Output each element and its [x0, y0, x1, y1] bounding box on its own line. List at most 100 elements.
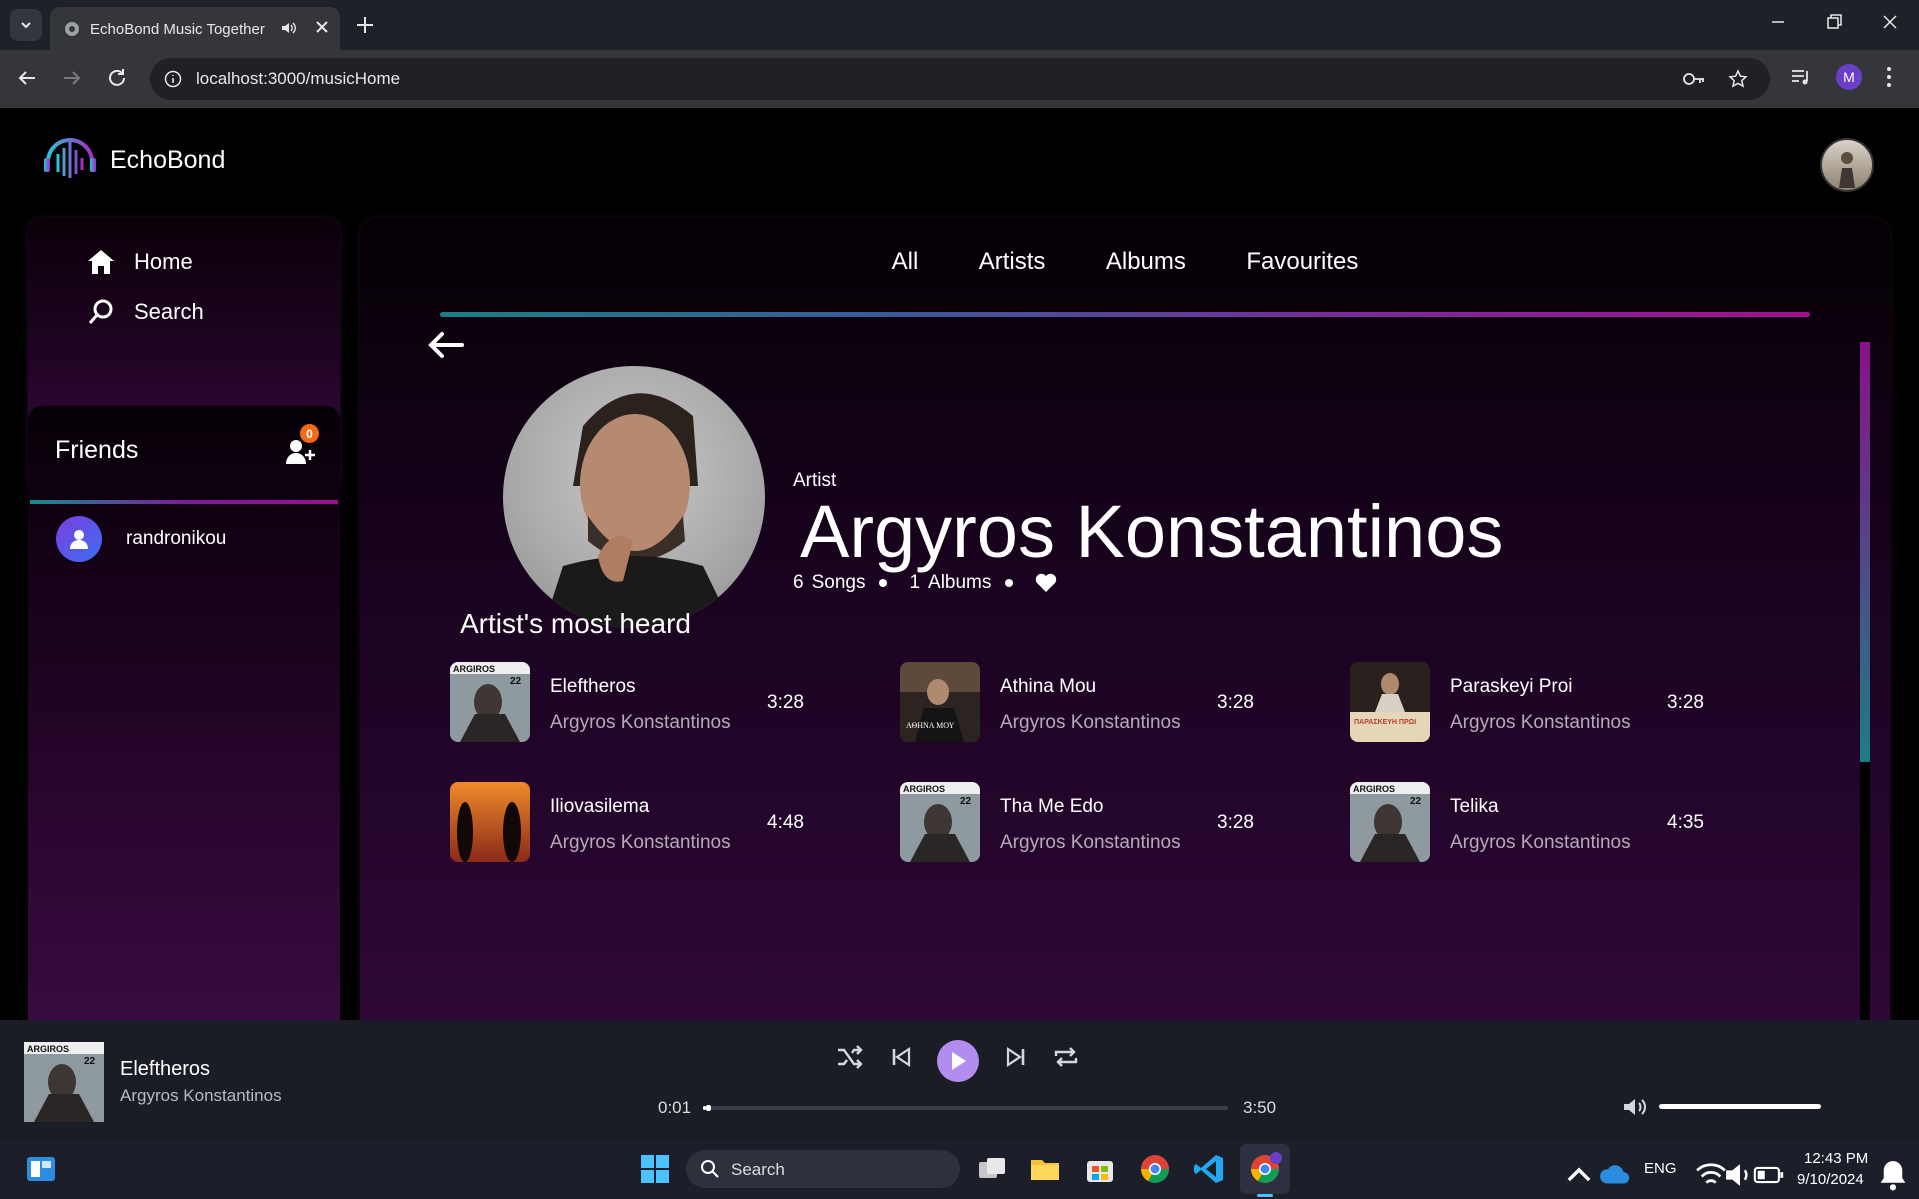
shuffle-icon[interactable] [836, 1044, 864, 1070]
cover-number-text: 22 [510, 676, 522, 687]
tab-favourites[interactable]: Favourites [1246, 248, 1358, 276]
song-card[interactable]: ARGIROS 22 Telika Argyros Konstantinos 4:35 [1350, 782, 1750, 864]
category-tabs: All Artists Albums Favourites [360, 248, 1890, 276]
more-menu-icon[interactable] [1885, 65, 1893, 89]
song-cover[interactable]: ARGIROS 22 [900, 782, 980, 862]
separator-dot [1005, 579, 1014, 587]
album-22-cover-icon: ARGIROS 22 [900, 782, 980, 862]
song-cover[interactable]: ΠΑΡΑΣΚΕΥΗ ΠΡΩΙ [1350, 662, 1430, 742]
onedrive-cloud-icon[interactable] [1598, 1158, 1632, 1192]
window-close-icon[interactable] [1880, 12, 1900, 32]
app-root: EchoBond Home Search Friends 0 randronik… [0, 108, 1919, 1028]
clock-time[interactable]: 12:43 PM [1804, 1150, 1868, 1167]
bookmark-star-icon[interactable] [1728, 69, 1748, 89]
user-photo-icon [1839, 152, 1855, 188]
volume-icon[interactable] [1622, 1096, 1650, 1118]
previous-icon[interactable] [890, 1046, 912, 1068]
globe-icon [65, 22, 79, 36]
notification-bell-icon[interactable] [1876, 1158, 1910, 1192]
echobond-logo-icon[interactable] [40, 128, 100, 184]
tab-artists[interactable]: Artists [979, 248, 1046, 276]
song-cover[interactable]: ARGIROS 22 [1350, 782, 1430, 862]
media-control-icon[interactable] [1790, 66, 1812, 88]
albums-label: Albums [928, 572, 992, 593]
file-explorer-icon[interactable] [1028, 1152, 1062, 1186]
chrome-icon[interactable] [1138, 1152, 1172, 1186]
song-title: Iliovasilema [550, 796, 650, 817]
url-text[interactable]: localhost:3000/musicHome [196, 69, 400, 89]
nav-search[interactable]: Search [86, 298, 204, 326]
vscode-icon[interactable] [1192, 1152, 1226, 1186]
friend-item[interactable]: randronikou [56, 516, 226, 562]
song-card[interactable]: ΠΑΡΑΣΚΕΥΗ ΠΡΩΙ Paraskeyi Proi Argyros Kons… [1350, 662, 1750, 744]
repeat-icon[interactable] [1052, 1044, 1080, 1070]
songs-count: 6 [793, 572, 804, 593]
widgets-icon[interactable] [24, 1152, 58, 1186]
microsoft-store-icon[interactable] [1083, 1152, 1117, 1186]
speaker-icon[interactable] [280, 19, 298, 37]
song-cover[interactable]: ΑΘΗΝΑ ΜΟΥ [900, 662, 980, 742]
volume-slider[interactable] [1659, 1104, 1821, 1109]
progress-bar[interactable] [703, 1105, 1228, 1111]
song-title: Eleftheros [550, 676, 636, 697]
clock-date[interactable]: 9/10/2024 [1797, 1171, 1864, 1188]
minimize-icon[interactable] [1768, 12, 1788, 32]
current-time: 0:01 [658, 1098, 692, 1117]
active-app-indicator [1257, 1194, 1273, 1197]
chrome-profile-icon[interactable] [1248, 1152, 1282, 1186]
tab-title: EchoBond Music Together [90, 21, 265, 38]
back-arrow-icon[interactable] [426, 328, 466, 362]
user-icon [70, 530, 88, 549]
song-card[interactable]: ΑΘΗΝΑ ΜΟΥ Athina Mou Argyros Konstantinos 3… [900, 662, 1300, 744]
song-duration: 4:48 [767, 812, 804, 833]
song-duration: 3:28 [1217, 692, 1254, 713]
song-card[interactable]: ARGIROS 22 Eleftheros Argyros Konstantinos 3… [450, 662, 850, 744]
close-icon[interactable] [312, 17, 332, 37]
main-content: All Artists Albums Favourites Artist Arg… [360, 218, 1890, 1028]
password-key-icon[interactable] [1682, 70, 1706, 88]
back-arrow-icon[interactable] [15, 66, 39, 90]
heart-icon[interactable] [1035, 573, 1057, 593]
site-info-icon[interactable] [164, 70, 182, 88]
tab-all[interactable]: All [892, 248, 919, 276]
song-cover[interactable] [450, 782, 530, 862]
reload-icon[interactable] [105, 66, 129, 90]
tab-albums[interactable]: Albums [1106, 248, 1186, 276]
separator-dot [879, 579, 888, 587]
song-title: Paraskeyi Proi [1450, 676, 1573, 697]
browser-tab[interactable]: EchoBond Music Together [50, 7, 340, 50]
browser-profile-avatar[interactable]: M [1836, 64, 1862, 90]
song-duration: 3:28 [1667, 692, 1704, 713]
artist-photo [503, 366, 765, 628]
song-duration: 3:28 [1217, 812, 1254, 833]
song-card[interactable]: Iliovasilema Argyros Konstantinos 4:48 [450, 782, 850, 864]
albums-count: 1 [909, 572, 921, 593]
nav-home[interactable]: Home [86, 248, 193, 276]
address-bar[interactable]: localhost:3000/musicHome [150, 58, 1770, 100]
taskbar-search[interactable]: Search [686, 1150, 960, 1188]
chevron-down-icon [21, 22, 31, 29]
restore-icon[interactable] [1824, 12, 1844, 32]
plus-icon[interactable] [352, 12, 378, 38]
user-avatar[interactable] [1820, 138, 1874, 192]
tab-search-button[interactable] [10, 9, 42, 41]
artist-name: Argyros Konstantinos [800, 490, 1504, 573]
now-playing-cover[interactable]: ARGIROS 22 [24, 1042, 104, 1122]
task-view-icon[interactable] [975, 1152, 1009, 1186]
chevron-up-icon[interactable] [1562, 1158, 1596, 1192]
language-indicator[interactable]: ENG [1644, 1160, 1677, 1177]
battery-icon[interactable] [1752, 1158, 1786, 1192]
forward-arrow-icon[interactable] [60, 66, 84, 90]
next-icon[interactable] [1005, 1046, 1027, 1068]
volume-fill [1659, 1104, 1821, 1109]
scrollbar-thumb[interactable] [1860, 342, 1870, 762]
artist-portrait-icon [543, 393, 733, 628]
play-button[interactable] [937, 1040, 979, 1082]
windows-start-icon[interactable] [638, 1152, 672, 1186]
song-cover[interactable]: ARGIROS 22 [450, 662, 530, 742]
athina-mou-cover-icon: ΑΘΗΝΑ ΜΟΥ [900, 662, 980, 742]
scrollbar[interactable] [1860, 342, 1870, 1028]
song-card[interactable]: ARGIROS 22 Tha Me Edo Argyros Konstantinos 3… [900, 782, 1300, 864]
brand-name[interactable]: EchoBond [110, 146, 225, 175]
progress-knob[interactable] [705, 1105, 711, 1111]
